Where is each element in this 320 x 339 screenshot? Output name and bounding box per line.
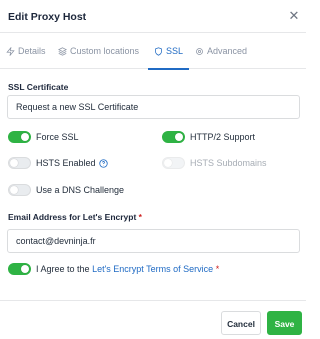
shield-icon [155, 46, 162, 56]
email-field[interactable]: contact@devninja.fr [7, 229, 300, 253]
tab-bar: Details Custom locations SSL Advanced [0, 33, 306, 70]
cancel-button[interactable]: Cancel [221, 311, 261, 335]
ssl-certificate-select[interactable]: Request a new SSL Certificate [7, 95, 300, 119]
tab-details[interactable]: Details [6, 33, 46, 69]
help-icon[interactable] [98, 159, 108, 168]
switch-knob [21, 133, 29, 141]
agree-switch[interactable] [8, 263, 31, 275]
email-label: Email Address for Let's Encrypt * [8, 212, 142, 222]
switch-knob [21, 265, 29, 273]
ssl-certificate-label: SSL Certificate [8, 82, 69, 92]
tab-ssl[interactable]: SSL [147, 33, 190, 70]
force-ssl-label: Force SSL [36, 132, 79, 142]
dialog-title: Edit Proxy Host [8, 11, 87, 23]
save-button[interactable]: Save [267, 311, 302, 335]
http2-switch[interactable] [162, 131, 185, 143]
switch-knob [10, 159, 18, 167]
tab-details-label: Details [18, 46, 46, 56]
agree-label: I Agree to the Let's Encrypt Terms of Se… [36, 264, 220, 274]
tab-advanced-label: Advanced [207, 46, 248, 56]
hsts-subdomains-switch [162, 157, 185, 169]
switch-knob [164, 159, 172, 167]
http2-label: HTTP/2 Support [190, 132, 256, 142]
hsts-enabled-switch[interactable] [8, 157, 31, 169]
hsts-enabled-label: HSTS Enabled [36, 158, 108, 168]
dns-challenge-switch[interactable] [8, 184, 31, 196]
close-icon[interactable]: ✕ [287, 9, 301, 23]
gear-icon [196, 47, 203, 55]
zap-icon [6, 46, 15, 56]
dialog-header: Edit Proxy Host ✕ [0, 0, 306, 33]
layers-icon [58, 46, 67, 56]
tab-advanced[interactable]: Advanced [195, 33, 247, 69]
tab-custom-locations[interactable]: Custom locations [58, 33, 139, 69]
switch-knob [10, 186, 18, 194]
tab-ssl-label: SSL [166, 46, 184, 56]
switch-knob [175, 133, 183, 141]
dns-challenge-label: Use a DNS Challenge [36, 185, 125, 195]
required-marker: * [138, 212, 142, 222]
terms-link[interactable]: Let's Encrypt Terms of Service [92, 264, 213, 274]
tab-custom-locations-label: Custom locations [70, 46, 140, 56]
force-ssl-switch[interactable] [8, 131, 31, 143]
required-marker: * [215, 264, 220, 274]
hsts-subdomains-label: HSTS Subdomains [190, 158, 267, 168]
